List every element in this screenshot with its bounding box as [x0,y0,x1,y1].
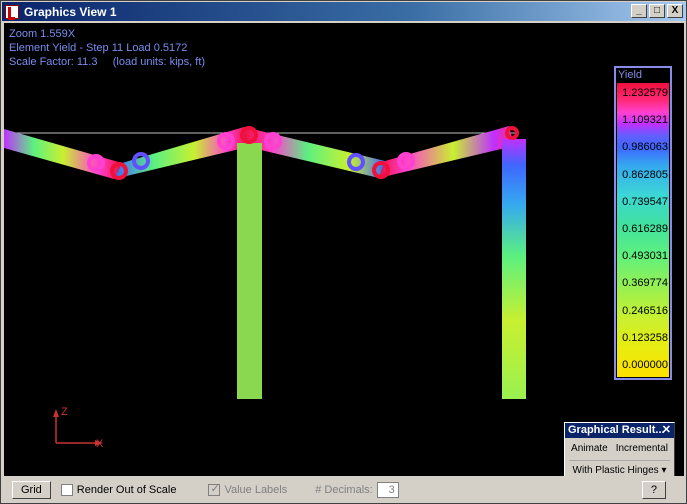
graphical-results-title[interactable]: Graphical Result... ✕ [565,423,674,438]
axis-z-label: Z [61,406,68,418]
decimals-input[interactable]: 3 [376,482,399,498]
scale-factor-readout: Scale Factor: 11.3 (load units: kips, ft… [9,56,206,68]
close-button[interactable]: X [667,4,683,18]
deformed-frame [4,126,526,399]
legend-value-2: 0.986063 [622,141,668,154]
maximize-button[interactable]: □ [649,4,665,18]
decimals-label: # Decimals: [315,484,373,496]
beam-segment-4 [379,126,514,178]
app-logo-icon [5,4,19,20]
bottom-toolbar: Grid Render Out of Scale Value Labels # … [4,479,684,501]
graphics-canvas[interactable]: Z X Zoom 1.559X Element Yield - Step 11 … [4,23,684,476]
legend-value-3: 0.862805 [622,168,668,181]
value-labels-checkbox[interactable]: Value Labels [208,482,287,497]
legend-title: Yield [618,69,643,81]
legend-value-0: 1.232579 [622,87,668,99]
beam-segment-1 [4,129,122,179]
graphics-window: Graphics View 1 _ □ X Z X Zoom 1.559X El… [0,0,687,504]
yield-legend: Yield 1.232579 1.109321 0.986063 0.862805 0.… [614,66,672,380]
element-yield-readout: Element Yield - Step 11 Load 0.5172 [9,42,188,54]
legend-value-5: 0.616289 [622,223,668,235]
legend-value-4: 0.739547 [622,195,668,208]
beam-segment-3 [244,127,385,178]
results-mode-dropdown[interactable]: With Plastic Hinges ▾ [569,460,670,476]
incremental-button[interactable]: Incremental [616,443,668,454]
column-right [502,139,526,399]
render-out-of-scale-checkbox[interactable]: Render Out of Scale [60,484,176,497]
help-button[interactable]: ? [641,481,666,499]
zoom-readout: Zoom 1.559X [9,28,76,40]
animate-button[interactable]: Animate [571,443,608,454]
view-info-overlay: Zoom 1.559X Element Yield - Step 11 Load… [9,27,205,69]
grid-button[interactable]: Grid [12,481,51,499]
legend-value-1: 1.109321 [622,114,668,127]
column-left [237,143,262,399]
legend-value-10: 0.000000 [622,359,668,371]
legend-value-7: 0.369774 [622,277,668,290]
legend-value-8: 0.246516 [622,304,668,317]
axis-x-label: X [96,438,104,450]
legend-value-6: 0.493031 [622,250,668,263]
panel-close-icon[interactable]: ✕ [662,423,671,438]
minimize-button[interactable]: _ [631,4,647,18]
title-bar[interactable]: Graphics View 1 _ □ X [2,2,686,21]
chevron-down-icon: ▾ [661,465,667,476]
frame-model-drawing: Z X [4,126,526,450]
legend-value-9: 0.123258 [622,331,668,344]
graphical-results-panel[interactable]: Graphical Result... ✕ Animate Incrementa… [564,422,675,476]
window-title: Graphics View 1 [24,4,117,19]
